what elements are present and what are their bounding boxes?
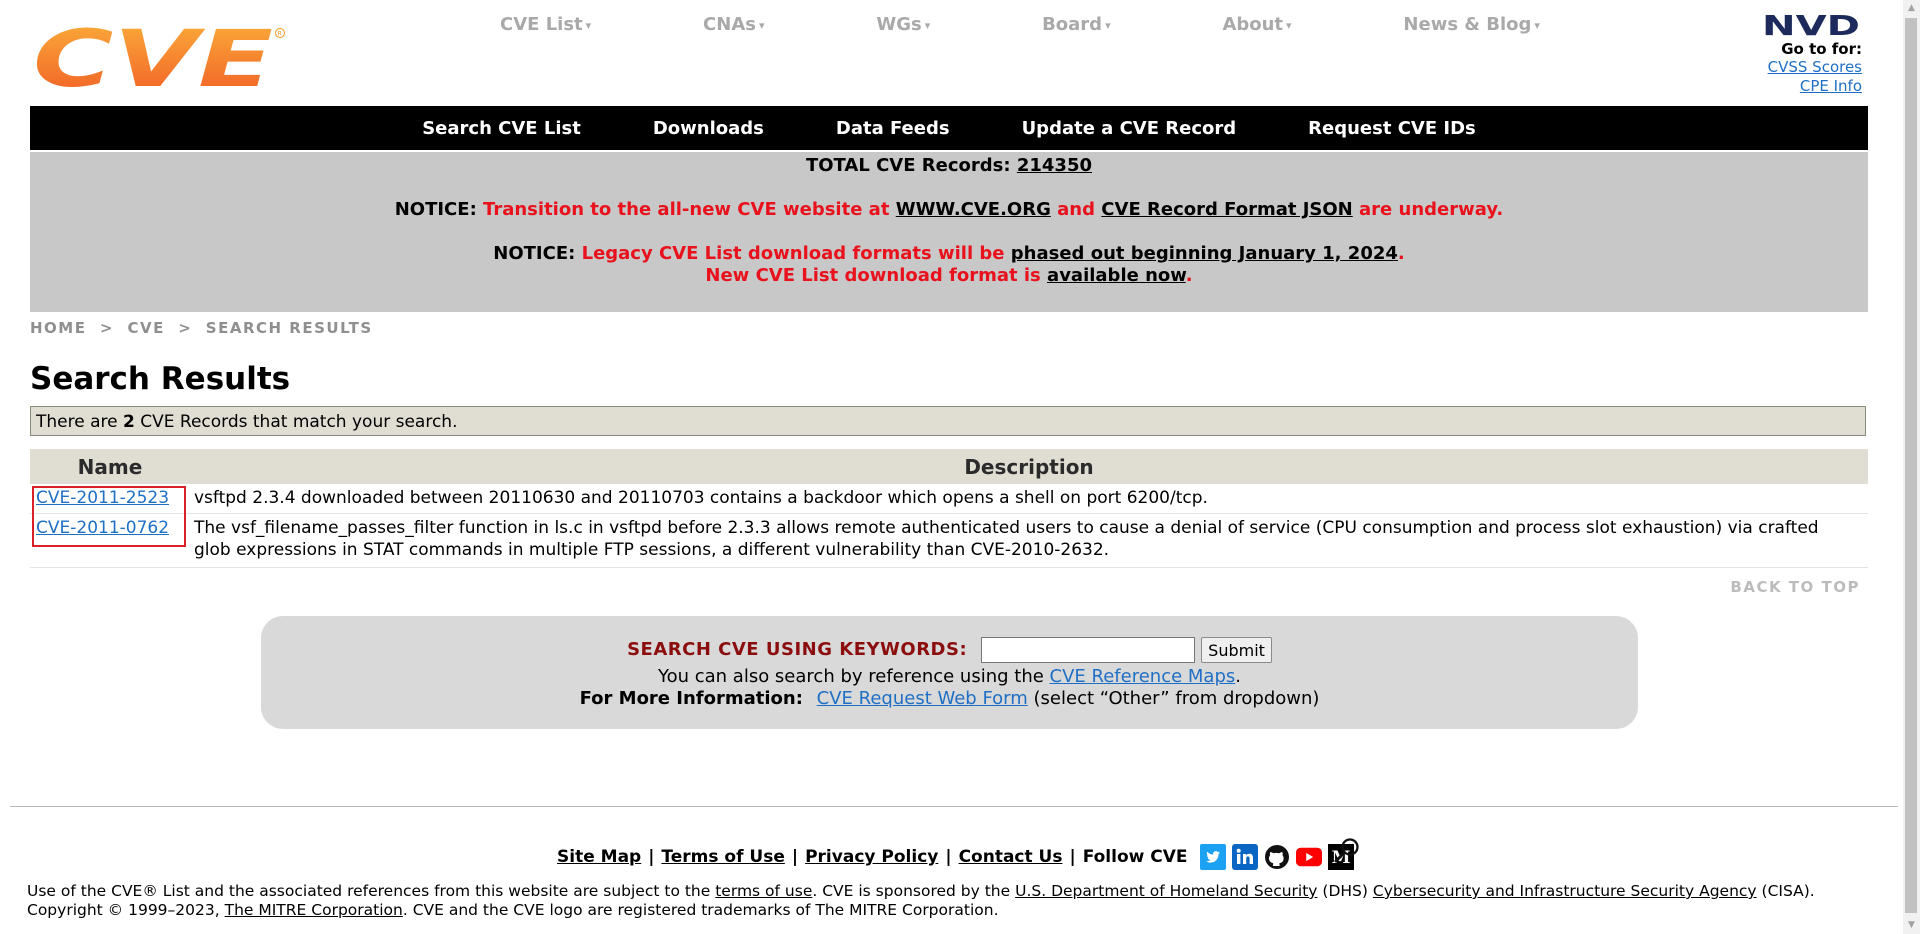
submit-button[interactable]: Submit bbox=[1201, 637, 1272, 663]
notice-panel: TOTAL CVE Records: 214350 NOTICE: Transi… bbox=[30, 152, 1868, 312]
json-format-link[interactable]: CVE Record Format JSON bbox=[1101, 199, 1352, 220]
nav-search-cve-list[interactable]: Search CVE List bbox=[422, 118, 581, 139]
total-records-count[interactable]: 214350 bbox=[1017, 155, 1092, 176]
top-nav: CVE List ▾ CNAs ▾ WGs ▾ Board ▾ About ▾ News … bbox=[500, 14, 1540, 35]
youtube-icon[interactable] bbox=[1295, 844, 1322, 870]
main-nav: Search CVE List Downloads Data Feeds Upd… bbox=[30, 106, 1868, 150]
cve-org-link[interactable]: WWW.CVE.ORG bbox=[896, 199, 1051, 220]
breadcrumb-home[interactable]: HOME bbox=[30, 319, 86, 337]
nvd-goto-label: Go to for: bbox=[1781, 40, 1862, 58]
svg-text:R: R bbox=[278, 31, 282, 38]
cve-id-link[interactable]: CVE-2011-2523 bbox=[36, 488, 169, 508]
terms-of-use-link[interactable]: Terms of Use bbox=[661, 847, 784, 867]
contact-us-link[interactable]: Contact Us bbox=[959, 847, 1063, 867]
table-row: CVE-2011-2523 vsftpd 2.3.4 downloaded be… bbox=[30, 484, 1868, 514]
notice-transition: NOTICE: Transition to the all-new CVE we… bbox=[394, 199, 1504, 220]
footer-divider bbox=[10, 806, 1898, 807]
keyword-search-input[interactable] bbox=[981, 637, 1196, 663]
request-web-form-link[interactable]: CVE Request Web Form bbox=[817, 688, 1028, 709]
topnav-news-blog[interactable]: News & Blog ▾ bbox=[1403, 14, 1540, 35]
scroll-up-icon[interactable]: ▲ bbox=[1903, 0, 1920, 17]
chevron-down-icon: ▾ bbox=[1534, 18, 1540, 32]
topnav-wgs[interactable]: WGs ▾ bbox=[876, 14, 930, 35]
cve-id-link[interactable]: CVE-2011-0762 bbox=[36, 518, 169, 538]
reference-maps-text: You can also search by reference using t… bbox=[657, 666, 1241, 687]
terms-link[interactable]: terms of use bbox=[715, 882, 812, 900]
total-records: TOTAL CVE Records: 214350 bbox=[805, 155, 1093, 176]
footer-links: Site Map | Terms of Use | Privacy Policy | … bbox=[557, 844, 1354, 870]
scroll-down-icon[interactable]: ▼ bbox=[1903, 917, 1920, 934]
breadcrumb-cve[interactable]: CVE bbox=[127, 319, 164, 337]
dhs-link[interactable]: U.S. Department of Homeland Security bbox=[1015, 882, 1317, 900]
privacy-policy-link[interactable]: Privacy Policy bbox=[805, 847, 938, 867]
scrollbar-thumb[interactable] bbox=[1905, 18, 1917, 913]
breadcrumb: HOME > CVE > SEARCH RESULTS bbox=[30, 319, 373, 337]
copyright-text: Use of the CVE® List and the associated … bbox=[27, 882, 1815, 919]
header-description: Description bbox=[964, 454, 1094, 479]
topnav-cnas[interactable]: CNAs ▾ bbox=[703, 14, 764, 35]
mitre-link[interactable]: The MITRE Corporation bbox=[225, 901, 403, 919]
github-icon[interactable] bbox=[1264, 844, 1290, 870]
more-info-text: For More Information: CVE Request Web Fo… bbox=[579, 688, 1320, 709]
nav-request-cve-ids[interactable]: Request CVE IDs bbox=[1308, 118, 1476, 139]
table-header: Name Description bbox=[30, 449, 1868, 484]
page-title: Search Results bbox=[30, 361, 291, 397]
cve-logo[interactable]: CVE R bbox=[33, 24, 288, 92]
match-count: 2 bbox=[123, 412, 135, 432]
keyword-search-panel: SEARCH CVE USING KEYWORDS: Submit You ca… bbox=[261, 616, 1638, 729]
follow-cve-label: Follow CVE bbox=[1082, 847, 1188, 867]
nvd-logo[interactable]: NVD bbox=[1762, 10, 1862, 38]
chevron-down-icon: ▾ bbox=[758, 18, 765, 32]
cve-description: The vsf_filename_passes_filter function … bbox=[194, 518, 1819, 560]
nav-data-feeds[interactable]: Data Feeds bbox=[836, 118, 950, 139]
table-row: CVE-2011-0762 The vsf_filename_passes_fi… bbox=[30, 514, 1868, 568]
vertical-scrollbar[interactable]: ▲ ▼ bbox=[1903, 0, 1920, 934]
results-table: Name Description CVE-2011-2523 vsftpd 2.… bbox=[30, 449, 1868, 568]
nav-update-cve-record[interactable]: Update a CVE Record bbox=[1022, 118, 1237, 139]
breadcrumb-search-results: SEARCH RESULTS bbox=[205, 319, 373, 337]
site-map-link[interactable]: Site Map bbox=[557, 847, 641, 867]
available-now-link[interactable]: available now bbox=[1047, 265, 1186, 286]
social-links: M bbox=[1199, 844, 1354, 870]
chevron-down-icon: ▾ bbox=[585, 18, 592, 32]
cpe-info-link[interactable]: CPE Info bbox=[1682, 77, 1862, 96]
chevron-down-icon: ▾ bbox=[1286, 18, 1292, 32]
search-label: SEARCH CVE USING KEYWORDS: bbox=[627, 639, 968, 660]
cve-description: vsftpd 2.3.4 downloaded between 20110630… bbox=[194, 488, 1208, 508]
phased-out-link[interactable]: phased out beginning January 1, 2024 bbox=[1011, 243, 1398, 264]
header-name: Name bbox=[77, 454, 143, 479]
back-to-top-link[interactable]: BACK TO TOP bbox=[1730, 578, 1860, 596]
nvd-panel: NVD Go to for: CVSS Scores CPE Info bbox=[1682, 10, 1862, 96]
chevron-down-icon: ▾ bbox=[924, 18, 931, 32]
notice-legacy-formats: NOTICE: Legacy CVE List download formats… bbox=[493, 243, 1405, 286]
linkedin-icon[interactable] bbox=[1231, 844, 1258, 870]
topnav-board[interactable]: Board ▾ bbox=[1042, 14, 1111, 35]
topnav-about[interactable]: About ▾ bbox=[1222, 14, 1291, 35]
chevron-down-icon: ▾ bbox=[1105, 18, 1111, 32]
cvss-scores-link[interactable]: CVSS Scores bbox=[1682, 58, 1862, 77]
svg-text:NVD: NVD bbox=[1762, 10, 1860, 38]
twitter-icon[interactable] bbox=[1199, 844, 1226, 870]
match-count-bar: There are 2 CVE Records that match your … bbox=[30, 406, 1866, 436]
reference-maps-link[interactable]: CVE Reference Maps bbox=[1050, 666, 1236, 687]
search-icon[interactable] bbox=[1332, 836, 1362, 866]
cve-logo-text: CVE bbox=[33, 24, 273, 92]
topnav-cve-list[interactable]: CVE List ▾ bbox=[500, 14, 591, 35]
cisa-link[interactable]: Cybersecurity and Infrastructure Securit… bbox=[1373, 882, 1757, 900]
nav-downloads[interactable]: Downloads bbox=[653, 118, 764, 139]
